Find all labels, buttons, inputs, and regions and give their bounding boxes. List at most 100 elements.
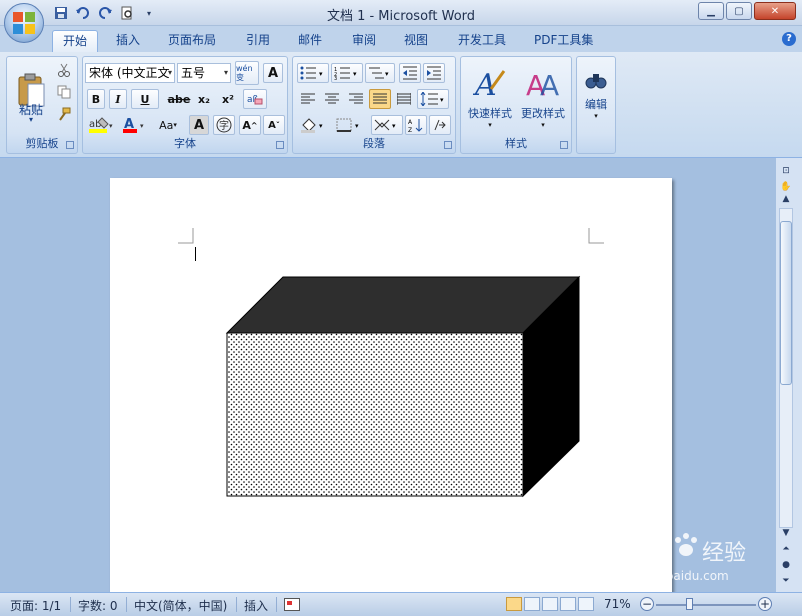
language-indicator[interactable]: 中文(简体，中国) — [134, 597, 227, 614]
vertical-scrollbar[interactable]: ⊡ ✋ ▲ ▼ ⏶ ● ⏷ — [776, 158, 802, 592]
tab-pdf-tools[interactable]: PDF工具集 — [524, 30, 603, 52]
browse-object-button[interactable]: ● — [779, 558, 793, 572]
strikethrough-button[interactable]: abe — [167, 89, 191, 109]
grow-font-button[interactable]: A ^ — [239, 115, 261, 135]
zoom-in-button[interactable]: + — [758, 597, 772, 611]
tab-review[interactable]: 审阅 — [342, 30, 386, 52]
tab-mailings[interactable]: 邮件 — [288, 30, 332, 52]
enclose-characters-button[interactable]: 字 — [213, 115, 235, 135]
scroll-thumb[interactable] — [780, 221, 792, 385]
maximize-button[interactable]: ▢ — [726, 2, 752, 20]
font-name-combo[interactable]: 宋体 (中文正文 ▾ — [85, 63, 175, 83]
change-case-label: Aa — [159, 118, 174, 132]
cut-icon[interactable] — [55, 61, 73, 79]
show-marks-button[interactable] — [429, 115, 451, 135]
outline-view-button[interactable] — [560, 597, 576, 611]
scroll-track[interactable] — [779, 208, 793, 528]
align-left-icon — [301, 93, 315, 104]
document-workspace[interactable] — [0, 158, 776, 598]
tab-home[interactable]: 开始 — [52, 30, 99, 52]
styles-launcher[interactable] — [560, 141, 568, 149]
styles-group: A 快速样式 ▾ AA 更改样式 ▾ 样式 — [460, 56, 572, 154]
page-count[interactable]: 页面: 1/1 — [10, 597, 61, 614]
zoom-slider-track[interactable] — [656, 604, 756, 606]
align-center-button[interactable] — [321, 89, 343, 109]
next-page-button[interactable]: ⏷ — [779, 574, 793, 588]
zoom-out-button[interactable]: − — [640, 597, 654, 611]
scroll-up-button[interactable]: ▲ — [779, 192, 793, 206]
font-size-combo[interactable]: 五号 ▾ — [177, 63, 231, 83]
align-right-button[interactable] — [345, 89, 367, 109]
superscript-button[interactable]: x² — [217, 89, 239, 109]
font-launcher[interactable] — [276, 141, 284, 149]
subscript-button[interactable]: x₂ — [193, 89, 215, 109]
full-screen-reading-button[interactable] — [524, 597, 540, 611]
svg-text:▾: ▾ — [440, 96, 444, 104]
cube-shape[interactable] — [110, 178, 672, 598]
svg-text:▾: ▾ — [392, 122, 396, 130]
watermark-brand: Bai — [614, 537, 660, 567]
copy-icon[interactable] — [55, 83, 73, 101]
decrease-indent-button[interactable] — [399, 63, 421, 83]
paste-dropdown-arrow[interactable]: ▾ — [11, 115, 51, 124]
sort-button[interactable]: AZ — [405, 115, 427, 135]
clipboard-launcher[interactable] — [66, 141, 74, 149]
previous-page-button[interactable]: ⏶ — [779, 542, 793, 556]
draft-view-button[interactable] — [578, 597, 594, 611]
distributed-button[interactable] — [393, 89, 415, 109]
office-button[interactable] — [4, 3, 44, 43]
font-color-button[interactable]: A ▾ — [121, 115, 149, 135]
svg-text:▾: ▾ — [355, 122, 359, 130]
editing-button[interactable]: 编辑 ▾ — [579, 59, 613, 129]
close-button[interactable]: ✕ — [754, 2, 796, 20]
ruler-toggle-icon[interactable]: ⊡ — [779, 164, 793, 178]
align-left-button[interactable] — [297, 89, 319, 109]
scroll-down-button[interactable]: ▼ — [779, 526, 793, 540]
font-size-value: 五号 — [181, 66, 206, 80]
clipboard-group: 粘贴 ▾ 剪贴板 — [6, 56, 78, 154]
tab-references[interactable]: 引用 — [236, 30, 280, 52]
help-icon[interactable]: ? — [782, 32, 796, 46]
multilevel-list-button[interactable]: ▾ — [365, 63, 395, 83]
numbering-button[interactable]: 1 2 3 ▾ — [331, 63, 363, 83]
enclose-characters-icon: 字 — [216, 117, 232, 133]
zoom-level[interactable]: 71% — [604, 597, 631, 611]
word-count[interactable]: 字数: 0 — [78, 597, 118, 614]
tab-view[interactable]: 视图 — [394, 30, 438, 52]
justify-button[interactable] — [369, 89, 391, 109]
character-shading-button[interactable]: A — [189, 115, 209, 135]
chinese-layout-button[interactable]: ▾ — [371, 115, 403, 135]
italic-button[interactable]: I — [109, 89, 127, 109]
web-layout-button[interactable] — [542, 597, 558, 611]
bullets-button[interactable]: ▾ — [297, 63, 329, 83]
clear-formatting-button[interactable]: aß — [243, 89, 267, 109]
svg-text:Z: Z — [408, 127, 412, 133]
highlight-color-button[interactable]: ab ▾ — [87, 115, 117, 135]
format-painter-icon[interactable] — [55, 105, 73, 123]
increase-indent-button[interactable] — [423, 63, 445, 83]
quick-styles-button[interactable]: A 快速样式 ▾ — [465, 59, 515, 137]
shading-button[interactable]: ▾ — [297, 115, 331, 135]
character-border-button[interactable]: A — [263, 63, 283, 83]
borders-button[interactable]: ▾ — [333, 115, 367, 135]
change-case-button[interactable]: Aa ▾ — [153, 115, 183, 135]
zoom-slider-thumb[interactable] — [686, 598, 693, 610]
office-logo-icon — [13, 12, 35, 34]
find-binoculars-icon — [585, 74, 607, 89]
bold-button[interactable]: B — [87, 89, 105, 109]
shrink-font-button[interactable]: Aˇ — [263, 115, 285, 135]
paragraph-launcher[interactable] — [444, 141, 452, 149]
insert-mode[interactable]: 插入 — [244, 597, 268, 614]
underline-button[interactable]: U — [131, 89, 159, 109]
tab-developer[interactable]: 开发工具 — [448, 30, 516, 52]
phonetic-guide-button[interactable]: wén 变 — [235, 61, 259, 85]
tab-insert[interactable]: 插入 — [106, 30, 150, 52]
tab-page-layout[interactable]: 页面布局 — [158, 30, 226, 52]
line-spacing-button[interactable]: ▾ — [417, 89, 449, 109]
change-styles-button[interactable]: AA 更改样式 ▾ — [517, 59, 569, 137]
document-page[interactable] — [110, 178, 672, 598]
print-layout-view-button[interactable] — [506, 597, 522, 611]
minimize-button[interactable]: ▁ — [698, 2, 724, 20]
macro-record-icon[interactable] — [284, 598, 300, 611]
paragraph-group: ▾ 1 2 3 ▾ ▾ ▾ ▾ ▾ ▾ A Z 段落 — [292, 56, 456, 154]
